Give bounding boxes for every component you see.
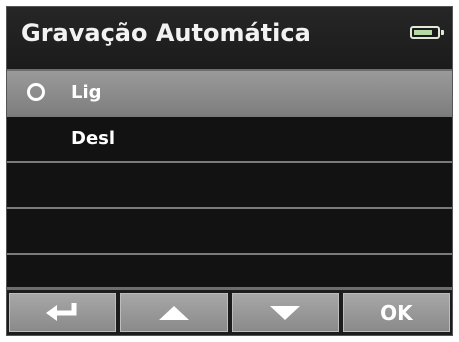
header-bar: Gravação Automática [7, 7, 452, 71]
radio-icon [27, 83, 45, 101]
dashcam-screen: Gravação Automática Lig Desl OK [6, 6, 453, 336]
menu-item-label: Lig [71, 82, 102, 103]
down-button[interactable] [231, 293, 339, 332]
battery-level-fill [414, 30, 432, 35]
ok-button[interactable]: OK [342, 293, 450, 332]
menu-item-desl[interactable]: Desl [7, 117, 452, 163]
back-button[interactable] [9, 293, 117, 332]
menu-item-empty [7, 163, 452, 209]
return-arrow-icon [45, 302, 77, 321]
page-title: Gravação Automática [21, 19, 311, 47]
battery-icon [410, 26, 444, 39]
button-bar: OK [7, 287, 452, 335]
menu-item-empty [7, 209, 452, 255]
arrow-up-icon [158, 305, 189, 320]
arrow-down-icon [270, 305, 301, 320]
menu-item-lig[interactable]: Lig [7, 71, 452, 117]
up-button[interactable] [120, 293, 228, 332]
menu-item-label: Desl [71, 128, 116, 149]
menu-list: Lig Desl [7, 71, 452, 301]
